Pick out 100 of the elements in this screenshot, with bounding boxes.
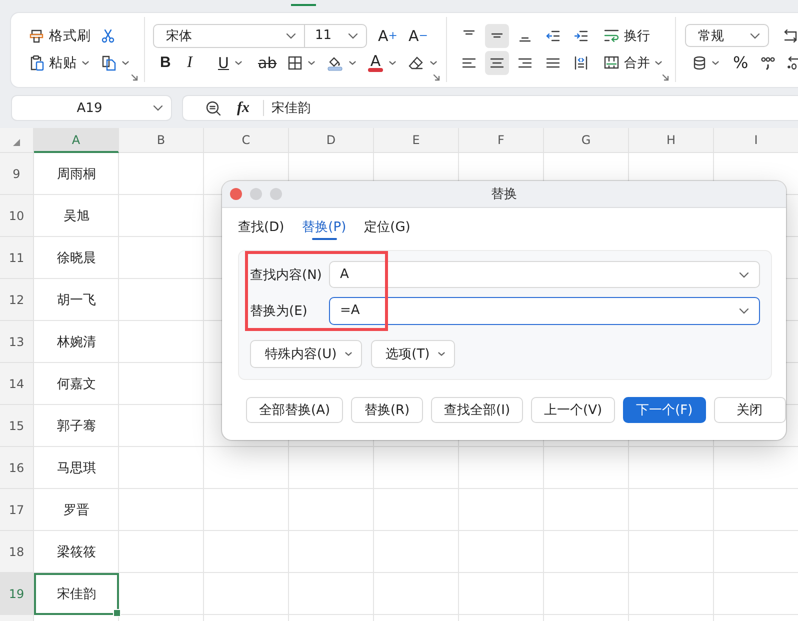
thousands-separator-icon[interactable]: [761, 56, 776, 70]
spreadsheet-cell[interactable]: 徐晓晨: [34, 237, 119, 279]
dialog-tab[interactable]: 定位(G): [364, 215, 410, 239]
swap-arrows-icon[interactable]: [782, 28, 798, 42]
column-header[interactable]: C: [204, 128, 289, 153]
dialog-launcher-icon[interactable]: [131, 74, 138, 81]
row-header[interactable]: 9: [0, 153, 34, 195]
bold-button[interactable]: B: [160, 50, 187, 74]
spreadsheet-cell[interactable]: 马思琪: [34, 447, 119, 489]
row-header[interactable]: 19: [0, 573, 34, 615]
spreadsheet-cell[interactable]: 吴旭: [34, 195, 119, 237]
align-middle-button[interactable]: [485, 24, 509, 48]
replace-with-combobox[interactable]: =A: [329, 296, 760, 324]
close-button[interactable]: 关闭: [714, 397, 786, 423]
underline-button[interactable]: U: [218, 50, 258, 74]
replace-all-button[interactable]: 全部替换(A): [246, 397, 344, 423]
row-header[interactable]: 10: [0, 195, 34, 237]
number-format-dropdown[interactable]: 常规: [685, 24, 769, 47]
chevron-down-icon: [348, 32, 358, 38]
spreadsheet-cell[interactable]: 罗晋: [34, 489, 119, 531]
row-header[interactable]: 17: [0, 489, 34, 531]
scissors-icon[interactable]: [101, 28, 115, 42]
special-content-dropdown[interactable]: 特殊内容(U): [250, 340, 362, 368]
column-header[interactable]: E: [374, 128, 459, 153]
caret-icon: [308, 60, 315, 64]
options-dropdown[interactable]: 选项(T): [370, 340, 455, 368]
caret-icon: [122, 60, 129, 64]
row-header[interactable]: 14: [0, 363, 34, 405]
row-header[interactable]: 16: [0, 447, 34, 489]
eraser-icon: [408, 56, 424, 70]
align-center-button[interactable]: [485, 50, 509, 74]
spreadsheet-cell[interactable]: 郭子骞: [34, 405, 119, 447]
align-top-icon: [463, 30, 475, 34]
color-bar-icon: [368, 68, 383, 72]
replace-button[interactable]: 替换(R): [351, 397, 424, 423]
chevron-down-icon: [153, 105, 163, 111]
spreadsheet-cell[interactable]: 胡一飞: [34, 279, 119, 321]
name-box[interactable]: A19: [11, 95, 172, 121]
copy-icon: [101, 54, 116, 70]
select-all-icon[interactable]: [13, 139, 20, 146]
format-painter-button[interactable]: 格式刷: [29, 24, 101, 48]
row-header[interactable]: 11: [0, 237, 34, 279]
caret-icon: [344, 352, 352, 356]
find-what-combobox[interactable]: A: [329, 261, 760, 288]
merge-button[interactable]: 合并: [604, 50, 662, 74]
justify-icon: [546, 58, 560, 68]
spreadsheet-cell[interactable]: 林婉清: [34, 321, 119, 363]
row-header[interactable]: 15: [0, 405, 34, 447]
fill-handle[interactable]: [113, 609, 121, 617]
spreadsheet-cell[interactable]: 梁筱筱: [34, 531, 119, 573]
align-bottom-icon: [519, 36, 531, 42]
column-header[interactable]: I: [714, 128, 798, 153]
dialog-tab[interactable]: 替换(P): [302, 215, 346, 239]
chevron-down-icon: [750, 32, 760, 38]
align-center-icon: [490, 58, 504, 68]
spreadsheet-cell[interactable]: 周雨桐: [34, 153, 119, 195]
caret-icon: [712, 60, 719, 64]
formula-field[interactable]: fx 宋佳韵: [182, 95, 798, 121]
clipboard-icon: [29, 54, 44, 70]
strikethrough-button[interactable]: ab: [258, 50, 288, 74]
column-header[interactable]: B: [119, 128, 204, 153]
chevron-down-icon: [286, 32, 296, 38]
merge-cells-icon: [604, 56, 619, 69]
previous-button[interactable]: 上一个(V): [531, 397, 616, 423]
caret-icon: [389, 60, 396, 64]
decrease-decimal-icon[interactable]: [786, 56, 798, 70]
align-left-icon: [462, 58, 476, 68]
column-header[interactable]: D: [289, 128, 374, 153]
row-header[interactable]: 13: [0, 321, 34, 363]
zoom-icon[interactable]: [206, 100, 221, 116]
paint-bucket-icon: [327, 54, 343, 70]
wrap-text-button[interactable]: 换行: [604, 24, 650, 48]
align-middle-icon: [491, 33, 503, 38]
percent-button[interactable]: %: [733, 50, 748, 74]
chevron-down-icon: [739, 308, 749, 314]
close-icon[interactable]: [230, 188, 242, 200]
decrease-indent-icon: [546, 30, 560, 42]
dialog-launcher-icon[interactable]: [433, 74, 440, 81]
caret-icon: [349, 60, 356, 64]
italic-button[interactable]: I: [187, 50, 218, 74]
find-all-button[interactable]: 查找全部(I): [431, 397, 524, 423]
font-color-button[interactable]: A: [368, 50, 408, 74]
grid-square-icon: [288, 56, 302, 70]
row-header[interactable]: 18: [0, 531, 34, 573]
column-header[interactable]: F: [459, 128, 544, 153]
function-button[interactable]: fx: [237, 100, 250, 116]
spreadsheet-cell[interactable]: 何嘉文: [34, 363, 119, 405]
font-family-dropdown[interactable]: 宋体: [153, 24, 305, 48]
active-cell[interactable]: 宋佳韵: [34, 573, 119, 615]
column-header[interactable]: G: [544, 128, 629, 153]
distribute-icon: [574, 56, 588, 70]
dialog-tab[interactable]: 查找(D): [238, 215, 284, 239]
next-button[interactable]: 下一个(F): [623, 397, 706, 423]
font-size-dropdown[interactable]: 11: [305, 24, 367, 48]
dialog-launcher-icon[interactable]: [662, 74, 669, 81]
column-header[interactable]: A: [34, 128, 119, 153]
paste-button[interactable]: 粘贴: [29, 50, 101, 74]
row-header[interactable]: 12: [0, 279, 34, 321]
column-header[interactable]: H: [629, 128, 714, 153]
wrap-text-icon: [604, 29, 619, 42]
